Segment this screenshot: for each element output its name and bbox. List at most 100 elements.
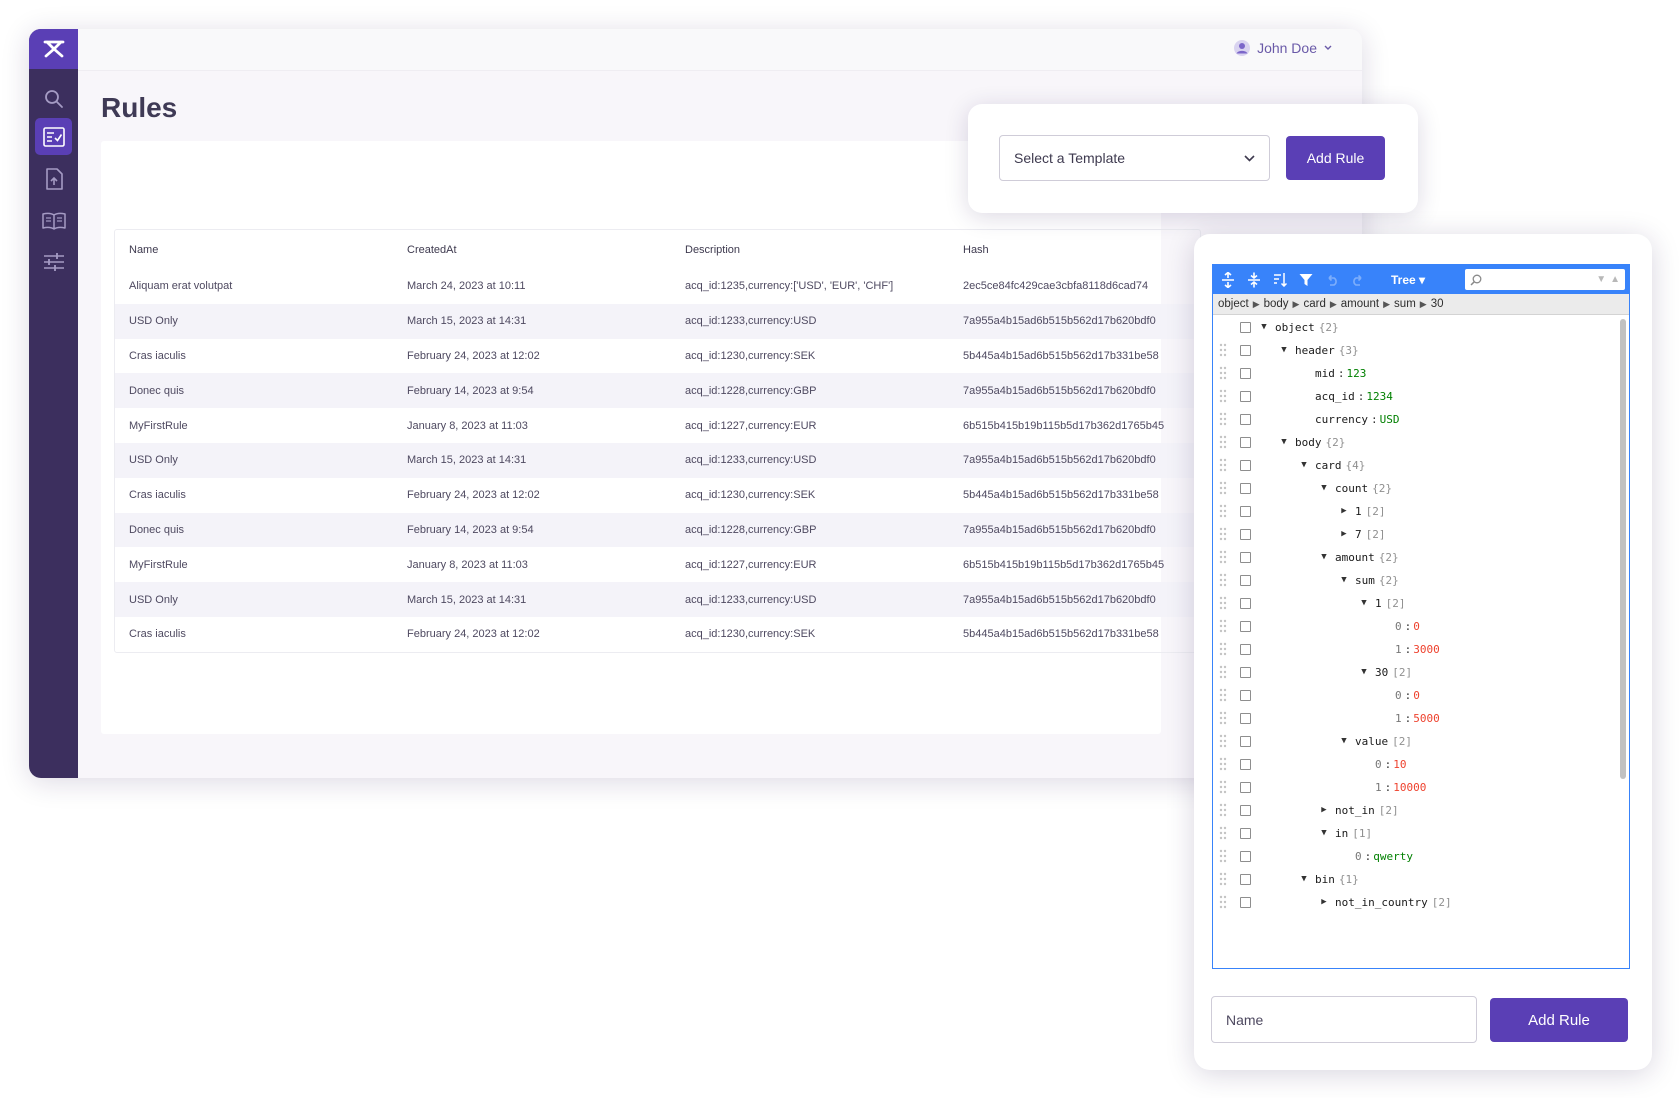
tree-value[interactable]: 3000 (1413, 643, 1440, 656)
drag-handle-icon[interactable] (1219, 527, 1227, 541)
template-select[interactable]: Select a Template (999, 135, 1270, 181)
table-row[interactable]: MyFirstRule January 8, 2023 at 11:03 acq_i… (115, 547, 1200, 582)
table-row[interactable]: USD Only March 15, 2023 at 14:31 acq_id:12… (115, 303, 1200, 339)
tree-row[interactable]: ▶ not_in [2] (1213, 798, 1629, 823)
drag-handle-icon[interactable] (1219, 757, 1227, 771)
row-checkbox[interactable] (1240, 896, 1251, 908)
editor-search-input[interactable] (1486, 269, 1593, 290)
row-checkbox[interactable] (1240, 505, 1251, 517)
rule-name-input[interactable] (1211, 996, 1477, 1043)
tree-key[interactable]: 1 (1375, 781, 1382, 794)
collapse-toggle-icon[interactable]: ▼ (1337, 575, 1351, 585)
tree-key[interactable]: body (1295, 436, 1322, 449)
table-row[interactable]: USD Only March 15, 2023 at 14:31 acq_id:12… (115, 582, 1200, 617)
tree-row[interactable]: 1:5000 (1213, 706, 1629, 731)
tree-row[interactable]: ▼ value [2] (1213, 729, 1629, 754)
breadcrumb-item[interactable]: body (1264, 298, 1289, 310)
drag-handle-icon[interactable] (1219, 366, 1227, 380)
row-checkbox[interactable] (1240, 367, 1251, 379)
tree-key[interactable]: 0 (1375, 758, 1382, 771)
tree-row[interactable]: ▶ 1 [2] (1213, 499, 1629, 524)
breadcrumb-item[interactable]: object (1218, 298, 1249, 310)
table-row[interactable]: USD Only March 15, 2023 at 14:31 acq_id:12… (115, 442, 1200, 478)
collapse-all-button[interactable] (1243, 269, 1265, 291)
undo-button[interactable] (1321, 269, 1343, 291)
tree-value[interactable]: qwerty (1373, 850, 1413, 863)
search-previous-icon[interactable]: ▲ (1610, 274, 1620, 285)
tree-row[interactable]: 0:0 (1213, 614, 1629, 639)
drag-handle-icon[interactable] (1219, 849, 1227, 863)
collapse-toggle-icon[interactable]: ▼ (1357, 667, 1371, 677)
tree-key[interactable]: currency (1315, 413, 1368, 426)
table-row[interactable]: Cras iaculis February 24, 2023 at 12:02 ac… (115, 339, 1200, 374)
tree-key[interactable]: not_in_country (1335, 896, 1428, 909)
tree-row[interactable]: ▼ in [1] (1213, 821, 1629, 846)
row-checkbox[interactable] (1240, 781, 1251, 793)
table-row[interactable]: Aliquam erat volutpat March 24, 2023 at 1… (115, 269, 1200, 304)
tree-key[interactable]: 1 (1395, 712, 1402, 725)
tree-key[interactable]: 0 (1355, 850, 1362, 863)
drag-handle-icon[interactable] (1219, 780, 1227, 794)
sidebar-item-docs[interactable] (35, 202, 72, 239)
tree-row[interactable]: currency: USD (1213, 407, 1629, 432)
tree-row[interactable]: 1:10000 (1213, 775, 1629, 800)
sidebar-item-rules[interactable] (35, 118, 72, 155)
tree-key[interactable]: sum (1355, 574, 1375, 587)
row-checkbox[interactable] (1240, 850, 1251, 862)
tree-value[interactable]: 5000 (1413, 712, 1440, 725)
row-checkbox[interactable] (1240, 344, 1251, 356)
tree-row[interactable]: ▼ body {2} (1213, 430, 1629, 455)
tree-key[interactable]: object (1275, 321, 1315, 334)
tree-key[interactable]: header (1295, 344, 1335, 357)
row-checkbox[interactable] (1240, 459, 1251, 471)
row-checkbox[interactable] (1240, 551, 1251, 563)
tree-value[interactable]: 10 (1393, 758, 1406, 771)
breadcrumb-item[interactable]: 30 (1431, 298, 1444, 310)
row-checkbox[interactable] (1240, 436, 1251, 448)
row-checkbox[interactable] (1240, 827, 1251, 839)
tree-key[interactable]: 1 (1375, 597, 1382, 610)
tree-row[interactable]: 0:0 (1213, 683, 1629, 708)
tree-row[interactable]: 0:10 (1213, 752, 1629, 777)
table-row[interactable]: Donec quis February 14, 2023 at 9:54 acq_i… (115, 373, 1200, 409)
tree-key[interactable]: amount (1335, 551, 1375, 564)
tree-key[interactable]: 1 (1355, 505, 1362, 518)
tree-key[interactable]: 0 (1395, 689, 1402, 702)
expand-toggle-icon[interactable]: ▶ (1337, 529, 1351, 539)
row-checkbox[interactable] (1240, 528, 1251, 540)
tree-key[interactable]: mid (1315, 367, 1335, 380)
tree-row[interactable]: 0: qwerty (1213, 844, 1629, 869)
row-checkbox[interactable] (1240, 482, 1251, 494)
drag-handle-icon[interactable] (1219, 826, 1227, 840)
collapse-toggle-icon[interactable]: ▼ (1317, 828, 1331, 838)
row-checkbox[interactable] (1240, 321, 1251, 333)
drag-handle-icon[interactable] (1219, 619, 1227, 633)
drag-handle-icon[interactable] (1219, 895, 1227, 909)
search-next-icon[interactable]: ▼ (1596, 274, 1606, 285)
redo-button[interactable] (1347, 269, 1369, 291)
table-row[interactable]: Cras iaculis February 24, 2023 at 12:02 ac… (115, 617, 1200, 652)
add-rule-button[interactable]: Add Rule (1286, 136, 1385, 180)
tree-row[interactable]: ▼ card {4} (1213, 453, 1629, 478)
drag-handle-icon[interactable] (1219, 596, 1227, 610)
user-menu[interactable]: John Doe (1234, 40, 1332, 56)
row-checkbox[interactable] (1240, 735, 1251, 747)
row-checkbox[interactable] (1240, 643, 1251, 655)
tree-value[interactable]: 0 (1413, 620, 1420, 633)
tree-key[interactable]: 1 (1395, 643, 1402, 656)
expand-toggle-icon[interactable]: ▶ (1337, 506, 1351, 516)
row-checkbox[interactable] (1240, 574, 1251, 586)
column-header-createdat[interactable]: CreatedAt (393, 230, 671, 269)
row-checkbox[interactable] (1240, 666, 1251, 678)
tree-row[interactable]: ▼ object {2} (1213, 315, 1629, 340)
expand-toggle-icon[interactable]: ▶ (1317, 805, 1331, 815)
drag-handle-icon[interactable] (1219, 343, 1227, 357)
collapse-toggle-icon[interactable]: ▼ (1357, 598, 1371, 608)
filter-button[interactable] (1295, 269, 1317, 291)
drag-handle-icon[interactable] (1219, 573, 1227, 587)
sort-button[interactable] (1269, 269, 1291, 291)
tree-value[interactable]: 0 (1413, 689, 1420, 702)
row-checkbox[interactable] (1240, 689, 1251, 701)
tree-key[interactable]: 30 (1375, 666, 1388, 679)
app-logo[interactable] (29, 29, 78, 69)
